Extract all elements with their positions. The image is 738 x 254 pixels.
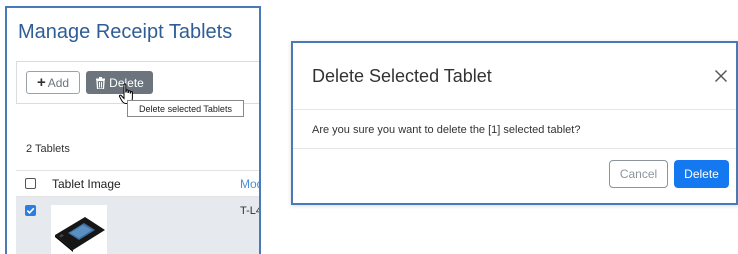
- tablet-count: 2 Tablets: [26, 143, 70, 155]
- toolbar: + Add Delete: [16, 61, 259, 104]
- add-button[interactable]: + Add: [26, 71, 80, 94]
- plus-icon: +: [36, 74, 46, 91]
- delete-tooltip: Delete selected Tablets: [127, 100, 244, 117]
- confirm-delete-button[interactable]: Delete: [674, 160, 729, 188]
- manage-tablets-panel: Manage Receipt Tablets + Add Delete Dele…: [5, 6, 261, 254]
- select-all-checkbox[interactable]: [25, 178, 36, 189]
- delete-confirmation-modal: Delete Selected Tablet Are you sure you …: [291, 41, 738, 205]
- modal-title: Delete Selected Tablet: [312, 66, 492, 86]
- checkmark-icon: [26, 207, 35, 214]
- modal-message: Are you sure you want to delete the [1] …: [312, 124, 581, 136]
- signature-tablet-picture: [55, 217, 105, 252]
- table-header: Tablet Image Mod: [16, 170, 259, 197]
- row-checkbox[interactable]: [25, 205, 36, 216]
- page-title: Manage Receipt Tablets: [18, 21, 233, 43]
- close-icon[interactable]: [714, 69, 728, 83]
- cancel-button[interactable]: Cancel: [609, 160, 668, 188]
- modal-header-divider: [293, 109, 736, 110]
- trash-icon: [96, 76, 106, 89]
- tablet-image: [51, 205, 107, 254]
- column-header-model[interactable]: Mod: [240, 177, 259, 191]
- modal-footer-divider: [293, 148, 736, 149]
- table-row[interactable]: T-L4: [16, 197, 261, 254]
- column-header-tablet-image[interactable]: Tablet Image: [52, 177, 121, 191]
- add-button-label: Add: [47, 75, 70, 90]
- row-model-cell: T-L4: [240, 205, 261, 217]
